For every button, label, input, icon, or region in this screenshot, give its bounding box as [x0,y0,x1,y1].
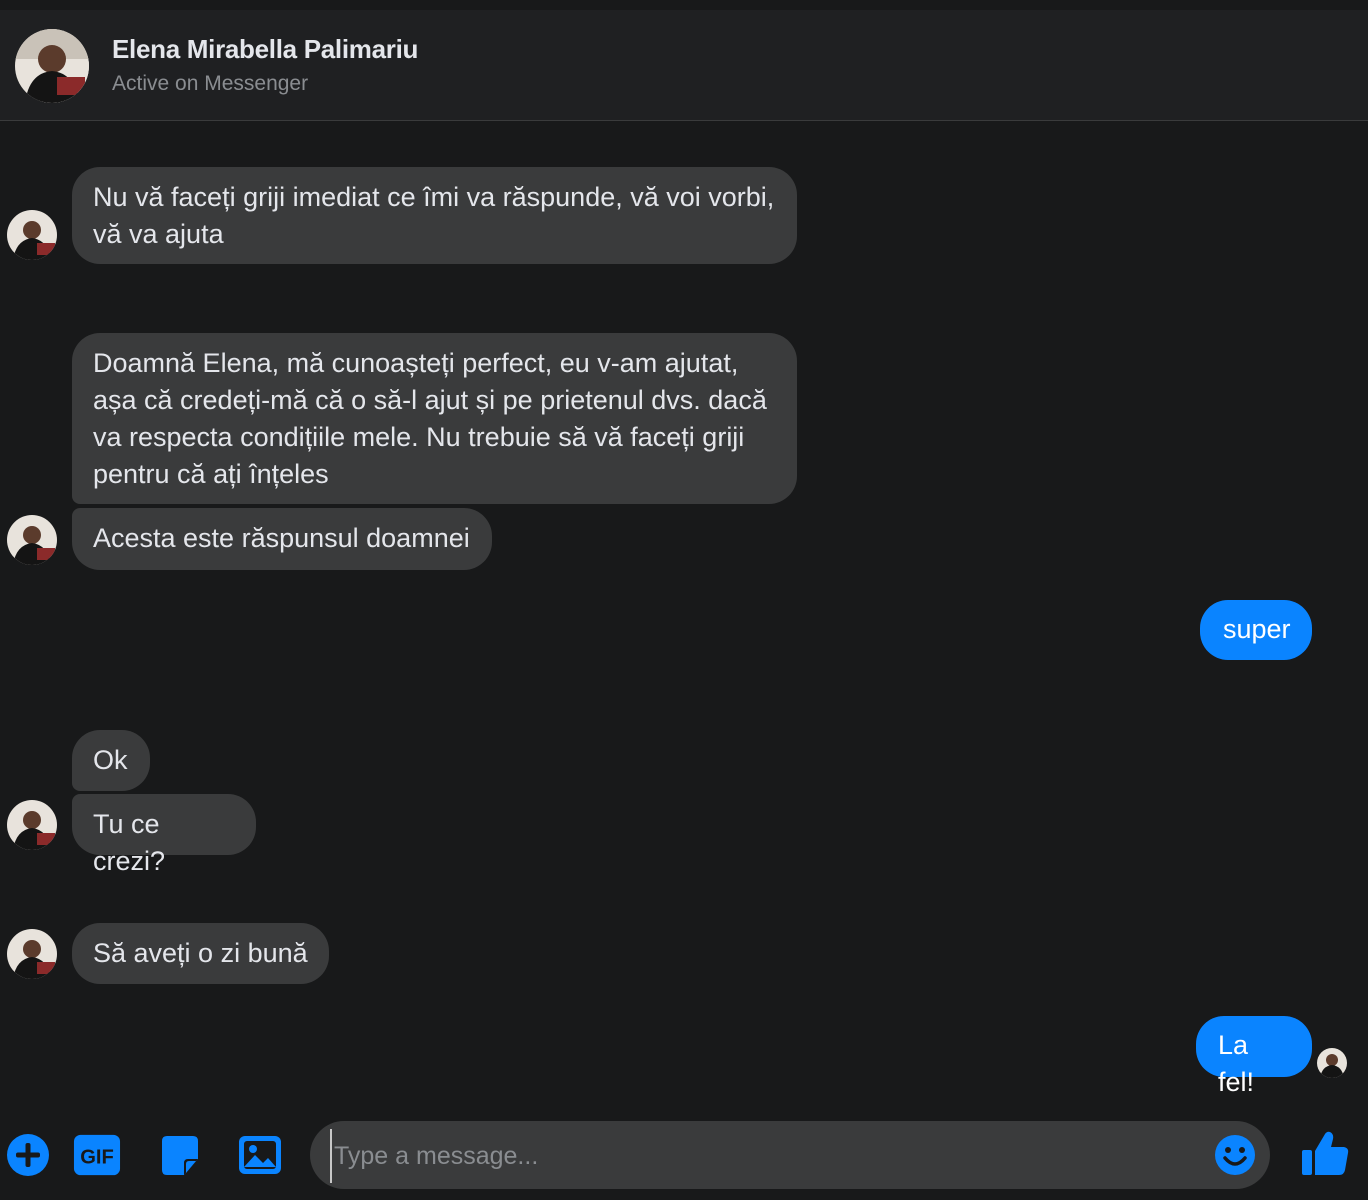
contact-status: Active on Messenger [112,72,309,95]
sticker-icon[interactable] [156,1131,204,1179]
gif-icon[interactable]: GIF [73,1131,121,1179]
message-list: Nu vă faceți griji imediat ce îmi va răs… [0,121,1368,1111]
image-icon[interactable] [236,1131,284,1179]
messenger-window: Elena Mirabella Palimariu Active on Mess… [0,0,1368,1200]
conversation-header: Elena Mirabella Palimariu Active on Mess… [0,10,1368,121]
message-bubble-incoming[interactable]: Să aveți o zi bună [72,923,329,984]
message-composer: GIF [0,1111,1368,1200]
plus-icon[interactable] [4,1131,52,1179]
message-bubble-incoming[interactable]: Doamnă Elena, mă cunoașteți perfect, eu … [72,333,797,504]
sender-avatar[interactable] [7,515,57,565]
message-bubble-outgoing[interactable]: super [1200,600,1312,660]
message-bubble-incoming[interactable]: Acesta este răspunsul doamnei [72,508,492,570]
emoji-icon[interactable] [1214,1134,1256,1176]
contact-name[interactable]: Elena Mirabella Palimariu [112,34,418,65]
message-bubble-outgoing[interactable]: La fel! [1196,1016,1312,1097]
sender-avatar[interactable] [7,929,57,979]
message-input[interactable] [330,1129,1196,1183]
thumbs-up-icon[interactable] [1298,1125,1352,1181]
message-bubble-incoming[interactable]: Tu ce crezi? [72,794,256,876]
gif-icon-label: GIF [80,1147,114,1169]
message-bubble-incoming[interactable]: Ok [72,730,150,791]
sender-avatar[interactable] [7,210,57,260]
contact-avatar[interactable] [15,29,89,103]
message-bubble-incoming[interactable]: Nu vă faceți griji imediat ce îmi va răs… [72,167,797,264]
message-input-container[interactable] [310,1121,1270,1189]
sender-avatar[interactable] [7,800,57,850]
read-receipt-avatar [1317,1048,1347,1078]
